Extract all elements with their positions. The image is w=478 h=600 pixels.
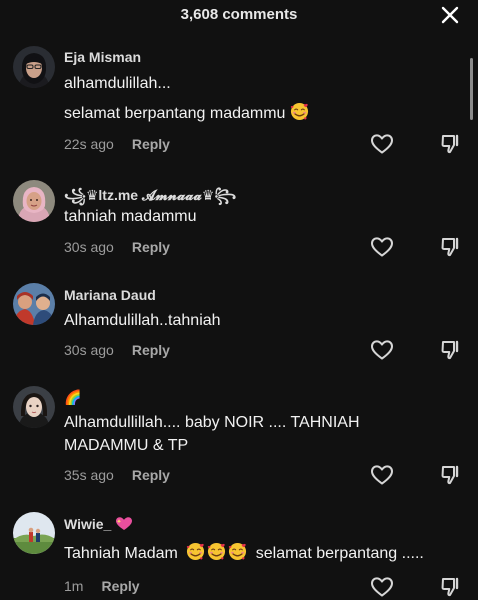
comments-header: 3,608 comments [0, 0, 478, 30]
comment-text: tahniah madammu [64, 208, 197, 225]
close-icon[interactable] [439, 4, 461, 26]
comment-text-line: selamat berpantang ..... [255, 545, 424, 562]
comment-username-text[interactable]: Wiwie_ [64, 516, 111, 532]
thumbs-down-icon[interactable] [440, 339, 462, 361]
reply-button[interactable]: Reply [132, 342, 170, 358]
comment-timestamp: 30s ago [64, 342, 114, 358]
smiling-face-with-hearts-emoji-icon [186, 542, 205, 561]
comment-username[interactable]: Eja Misman [64, 49, 141, 65]
heart-outline-icon[interactable] [370, 576, 394, 598]
reply-button[interactable]: Reply [132, 136, 170, 152]
reply-button[interactable]: Reply [132, 239, 170, 255]
comment-timestamp: 22s ago [64, 136, 114, 152]
comment-text: alhamdulillah... [64, 75, 171, 92]
thumbs-down-icon[interactable] [440, 576, 462, 598]
comment-text: selamat berpantang madammu [64, 102, 309, 126]
scrollbar[interactable] [470, 58, 473, 120]
comment-username[interactable]: 🌈 [64, 389, 81, 406]
comment-meta: 1m Reply [64, 578, 140, 594]
smiling-face-with-hearts-emoji-icon [207, 542, 226, 561]
heart-outline-icon[interactable] [370, 236, 394, 258]
avatar[interactable] [13, 283, 55, 325]
comment-username[interactable]: Mariana Daud [64, 287, 156, 303]
comment-timestamp: 35s ago [64, 467, 114, 483]
thumbs-down-icon[interactable] [440, 133, 462, 155]
comment-meta: 35s ago Reply [64, 467, 170, 483]
comment-text-line: selamat berpantang madammu [64, 105, 286, 122]
heart-outline-icon[interactable] [370, 339, 394, 361]
comment-text-line: Tahniah Madam [64, 545, 178, 562]
reply-button[interactable]: Reply [132, 467, 170, 483]
sparkling-heart-icon [116, 517, 133, 530]
avatar[interactable] [13, 46, 55, 88]
comment-text: Alhamdulillah..tahniah [64, 312, 221, 329]
heart-outline-icon[interactable] [370, 133, 394, 155]
thumbs-down-icon[interactable] [440, 236, 462, 258]
heart-outline-icon[interactable] [370, 464, 394, 486]
comment-text: Alhamdullillah.... baby NOIR .... TAHNIA… [64, 414, 360, 431]
avatar[interactable] [13, 512, 55, 554]
thumbs-down-icon[interactable] [440, 464, 462, 486]
comment-text: Tahniah Madam selamat berpantang ..... [64, 542, 424, 566]
avatar[interactable] [13, 386, 55, 428]
comment-timestamp: 30s ago [64, 239, 114, 255]
comment-text: MADAMMU & TP [64, 437, 189, 454]
comment-timestamp: 1m [64, 578, 84, 594]
reply-button[interactable]: Reply [101, 578, 139, 594]
comment-meta: 30s ago Reply [64, 342, 170, 358]
comment-meta: 30s ago Reply [64, 239, 170, 255]
comment-username[interactable]: Wiwie_ [64, 516, 133, 532]
smiling-face-with-hearts-emoji-icon [228, 542, 247, 561]
smiling-face-with-hearts-emoji-icon [290, 102, 309, 121]
avatar[interactable] [13, 180, 55, 222]
comments-count-title: 3,608 comments [180, 6, 298, 23]
comment-meta: 22s ago Reply [64, 136, 170, 152]
